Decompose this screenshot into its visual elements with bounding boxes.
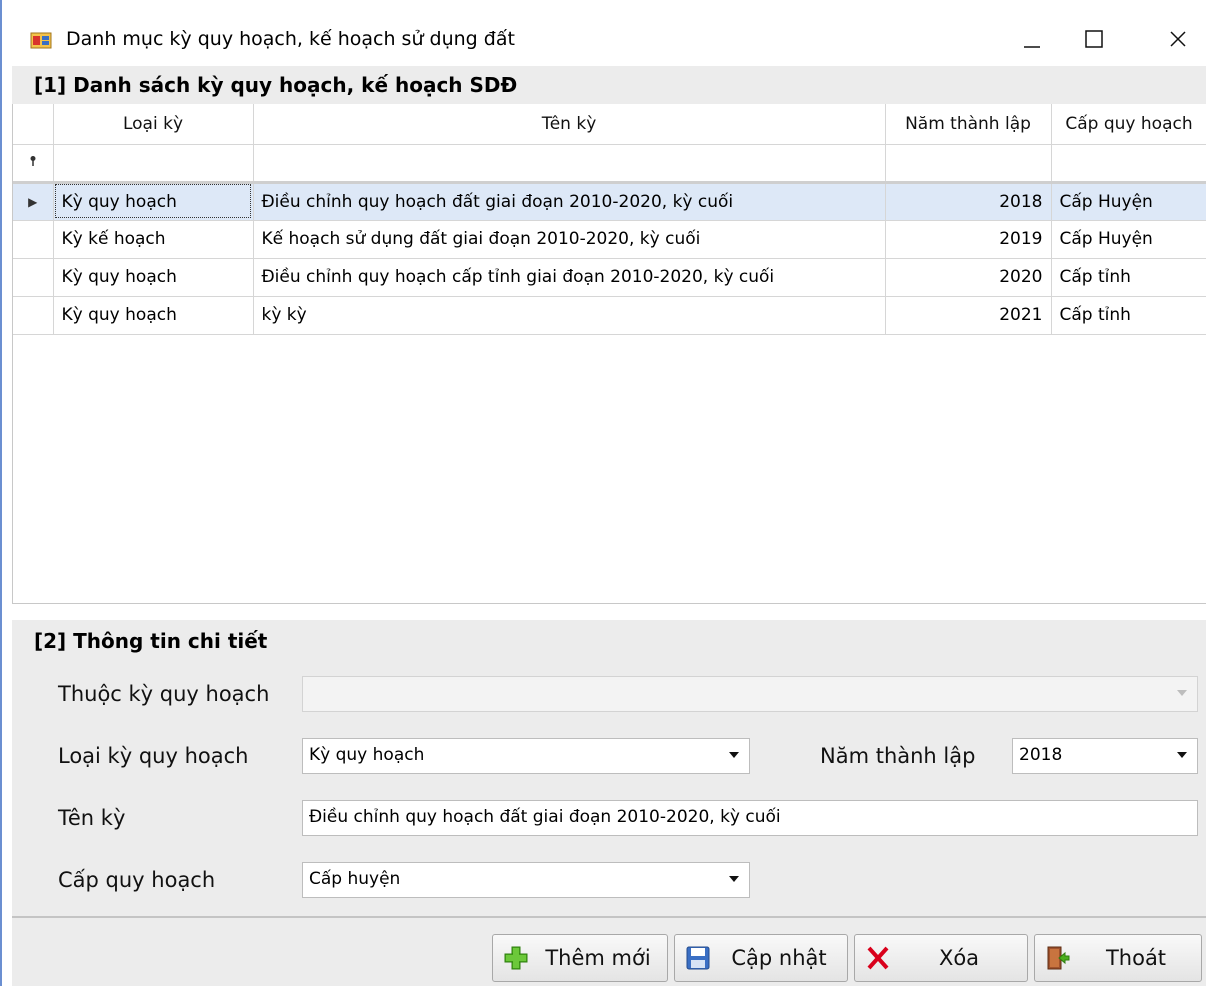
- plus-icon: [504, 946, 528, 970]
- minimize-icon: [1024, 46, 1040, 48]
- table-row[interactable]: ▶ Kỳ quy hoạch Điều chỉnh quy hoạch đất …: [13, 182, 1206, 221]
- delete-button-label: Xóa: [938, 946, 980, 970]
- filter-icon: [13, 144, 54, 184]
- add-button-label: Thêm mới: [545, 946, 651, 970]
- nam-thanh-lap-value: 2018: [1019, 745, 1063, 765]
- detail-section-title: [2] Thông tin chi tiết: [34, 629, 268, 653]
- ten-ky-label: Tên kỳ: [58, 806, 126, 830]
- add-button[interactable]: Thêm mới: [492, 934, 668, 982]
- delete-button[interactable]: Xóa: [854, 934, 1028, 982]
- app-icon: [30, 32, 52, 49]
- nam-thanh-lap-select[interactable]: 2018: [1012, 738, 1198, 774]
- chevron-down-icon: [729, 752, 739, 758]
- cell-ten-ky[interactable]: Điều chỉnh quy hoạch đất giai đoạn 2010-…: [253, 182, 886, 221]
- row-indicator: [13, 258, 54, 297]
- chevron-down-icon: [1177, 752, 1187, 758]
- chevron-down-icon: [729, 876, 739, 882]
- column-header-ten-ky[interactable]: Tên kỳ: [253, 104, 886, 145]
- nam-thanh-lap-label: Năm thành lập: [820, 744, 976, 768]
- table-row[interactable]: Kỳ quy hoạch kỳ kỳ 2021 Cấp tỉnh: [13, 296, 1206, 335]
- row-indicator-icon: ▶: [13, 182, 54, 221]
- cell-nam[interactable]: 2018: [885, 182, 1052, 221]
- detail-panel: [2] Thông tin chi tiết Thuộc kỳ quy hoạc…: [12, 620, 1206, 916]
- filter-row: [13, 144, 1206, 184]
- cap-quy-hoach-select[interactable]: Cấp huyện: [302, 862, 750, 898]
- save-icon: [686, 946, 710, 970]
- exit-button-label: Thoát: [1105, 946, 1167, 970]
- cell-cap[interactable]: Cấp Huyện: [1051, 220, 1206, 259]
- column-header-loai-ky[interactable]: Loại kỳ: [53, 104, 254, 145]
- cell-cap[interactable]: Cấp tỉnh: [1051, 258, 1206, 297]
- title-bar: Danh mục kỳ quy hoạch, kế hoạch sử dụng …: [2, 0, 1206, 66]
- table-row[interactable]: Kỳ kế hoạch Kế hoạch sử dụng đất giai đo…: [13, 220, 1206, 259]
- table-row[interactable]: Kỳ quy hoạch Điều chỉnh quy hoạch cấp tỉ…: [13, 258, 1206, 297]
- row-indicator: [13, 220, 54, 259]
- exit-button[interactable]: Thoát: [1034, 934, 1202, 982]
- thuoc-ky-select[interactable]: [302, 676, 1198, 712]
- cap-quy-hoach-label: Cấp quy hoạch: [58, 868, 216, 892]
- column-header-cap-quy-hoach[interactable]: Cấp quy hoạch: [1051, 104, 1206, 145]
- cell-nam[interactable]: 2019: [885, 220, 1052, 259]
- minimize-button[interactable]: [1002, 16, 1062, 62]
- chevron-down-icon: [1177, 690, 1187, 696]
- cell-loai-ky[interactable]: Kỳ kế hoạch: [53, 220, 254, 259]
- cell-ten-ky[interactable]: Điều chỉnh quy hoạch cấp tỉnh giai đoạn …: [253, 258, 886, 297]
- list-section-title: [1] Danh sách kỳ quy hoạch, kế hoạch SDĐ: [12, 66, 1206, 104]
- cell-loai-ky[interactable]: Kỳ quy hoạch: [53, 182, 254, 221]
- cell-nam[interactable]: 2021: [885, 296, 1052, 335]
- loai-ky-label: Loại kỳ quy hoạch: [58, 744, 249, 768]
- column-header-nam-thanh-lap[interactable]: Năm thành lập: [885, 104, 1052, 145]
- maximize-icon: [1085, 30, 1103, 48]
- loai-ky-select[interactable]: Kỳ quy hoạch: [302, 738, 750, 774]
- window-title: Danh mục kỳ quy hoạch, kế hoạch sử dụng …: [66, 28, 515, 50]
- data-grid[interactable]: Loại kỳ Tên kỳ Năm thành lập Cấp quy hoạ…: [12, 104, 1206, 604]
- update-button-label: Cập nhật: [731, 946, 827, 970]
- cap-quy-hoach-value: Cấp huyện: [309, 869, 401, 889]
- close-icon: [1170, 31, 1186, 47]
- cell-nam[interactable]: 2020: [885, 258, 1052, 297]
- filter-cell-nam[interactable]: [885, 144, 1052, 184]
- maximize-button[interactable]: [1064, 16, 1124, 62]
- ten-ky-input[interactable]: Điều chỉnh quy hoạch đất giai đoạn 2010-…: [302, 800, 1198, 836]
- exit-door-icon: [1047, 946, 1070, 970]
- filter-cell-cap[interactable]: [1051, 144, 1206, 184]
- delete-icon: [867, 946, 889, 970]
- cell-cap[interactable]: Cấp tỉnh: [1051, 296, 1206, 335]
- cell-loai-ky[interactable]: Kỳ quy hoạch: [53, 296, 254, 335]
- cell-cap[interactable]: Cấp Huyện: [1051, 182, 1206, 221]
- filter-cell-loai-ky[interactable]: [53, 144, 254, 184]
- cell-ten-ky[interactable]: Kế hoạch sử dụng đất giai đoạn 2010-2020…: [253, 220, 886, 259]
- loai-ky-value: Kỳ quy hoạch: [309, 745, 425, 765]
- row-indicator-header: [13, 104, 54, 145]
- thuoc-ky-label: Thuộc kỳ quy hoạch: [58, 682, 270, 706]
- close-button[interactable]: [1148, 16, 1206, 62]
- cell-loai-ky[interactable]: Kỳ quy hoạch: [53, 258, 254, 297]
- cell-ten-ky[interactable]: kỳ kỳ: [253, 296, 886, 335]
- filter-cell-ten-ky[interactable]: [253, 144, 886, 184]
- main-window: Danh mục kỳ quy hoạch, kế hoạch sử dụng …: [0, 0, 1206, 986]
- row-indicator: [13, 296, 54, 335]
- update-button[interactable]: Cập nhật: [674, 934, 848, 982]
